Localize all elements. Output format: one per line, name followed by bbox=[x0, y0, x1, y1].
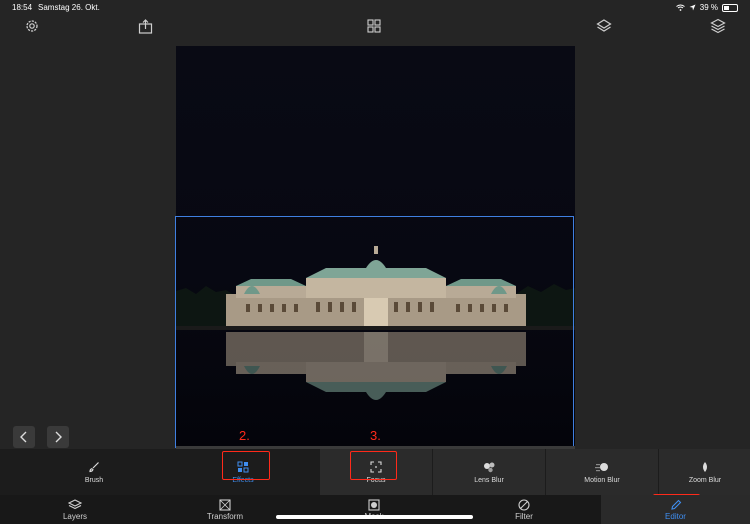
chevron-right-icon bbox=[55, 431, 62, 443]
brush-icon bbox=[89, 462, 99, 473]
tool-brush-label: Brush bbox=[84, 477, 104, 484]
grid-icon bbox=[367, 19, 381, 33]
tool-effects-label: Effects bbox=[232, 477, 254, 484]
tab-transform[interactable]: Transform bbox=[180, 495, 270, 524]
tab-editor-label: Editor bbox=[665, 511, 686, 521]
layers-button[interactable] bbox=[709, 17, 727, 35]
wifi-icon bbox=[675, 4, 685, 11]
layers-icon bbox=[710, 18, 726, 34]
settings-button[interactable] bbox=[23, 17, 41, 35]
chevron-left-icon bbox=[20, 431, 27, 443]
tool-focus[interactable]: Focus bbox=[319, 449, 432, 495]
layers-stack-icon bbox=[596, 19, 612, 32]
tool-lens-blur-label: Lens Blur bbox=[474, 477, 504, 484]
status-date: Samstag 26. Okt. bbox=[38, 3, 100, 12]
tab-filter[interactable]: Filter bbox=[479, 495, 569, 524]
annotation-step-2: 2. bbox=[239, 428, 250, 443]
tool-zoom-blur-label: Zoom Blur bbox=[688, 477, 722, 484]
tool-focus-label: Focus bbox=[366, 477, 386, 484]
share-button[interactable] bbox=[136, 17, 154, 35]
annotation-step-3: 3. bbox=[370, 428, 381, 443]
battery-icon bbox=[722, 3, 738, 12]
lens-blur-icon bbox=[483, 462, 494, 473]
tool-motion-blur-label: Motion Blur bbox=[584, 477, 620, 484]
status-time: 18:54 bbox=[12, 3, 33, 12]
transform-icon bbox=[219, 498, 231, 511]
status-bar: 18:54 Samstag 26. Okt. 39 % bbox=[0, 0, 750, 14]
selection-frame[interactable] bbox=[175, 216, 574, 448]
tool-effects[interactable]: Effects bbox=[207, 449, 279, 495]
tab-bar: Layers Transform Mask Filter bbox=[0, 495, 750, 524]
share-icon bbox=[138, 18, 152, 34]
mask-icon bbox=[368, 498, 380, 511]
gear-icon bbox=[26, 20, 38, 32]
tab-layers-label: Layers bbox=[62, 511, 87, 521]
tab-mask[interactable]: Mask bbox=[329, 495, 419, 524]
previous-button[interactable] bbox=[13, 426, 35, 448]
effects-icon bbox=[237, 461, 248, 473]
tab-transform-label: Transform bbox=[206, 511, 244, 521]
motion-blur-icon bbox=[595, 463, 608, 472]
tool-lens-blur[interactable]: Lens Blur bbox=[432, 449, 545, 495]
tool-zoom-blur[interactable]: Zoom Blur bbox=[658, 449, 750, 495]
layers-tab-icon bbox=[68, 498, 82, 509]
zoom-blur-icon bbox=[703, 462, 707, 472]
tab-layers[interactable]: Layers bbox=[30, 495, 120, 524]
grid-button[interactable] bbox=[365, 17, 383, 35]
home-indicator[interactable] bbox=[276, 515, 473, 519]
filter-icon bbox=[518, 498, 530, 511]
next-button[interactable] bbox=[47, 426, 69, 448]
layer-stack-button[interactable] bbox=[595, 17, 613, 35]
focus-icon bbox=[370, 461, 382, 473]
location-icon bbox=[689, 4, 696, 11]
battery-percent: 39 % bbox=[699, 3, 718, 12]
tool-motion-blur[interactable]: Motion Blur bbox=[545, 449, 658, 495]
tool-row: Brush Effects Focus Lens Blur Motion Blu… bbox=[0, 449, 750, 495]
status-right: 39 % bbox=[675, 3, 738, 12]
tab-filter-label: Filter bbox=[515, 511, 533, 521]
tool-brush[interactable]: Brush bbox=[44, 449, 144, 495]
tab-editor[interactable]: Editor bbox=[601, 495, 750, 524]
pencil-icon bbox=[670, 499, 681, 510]
